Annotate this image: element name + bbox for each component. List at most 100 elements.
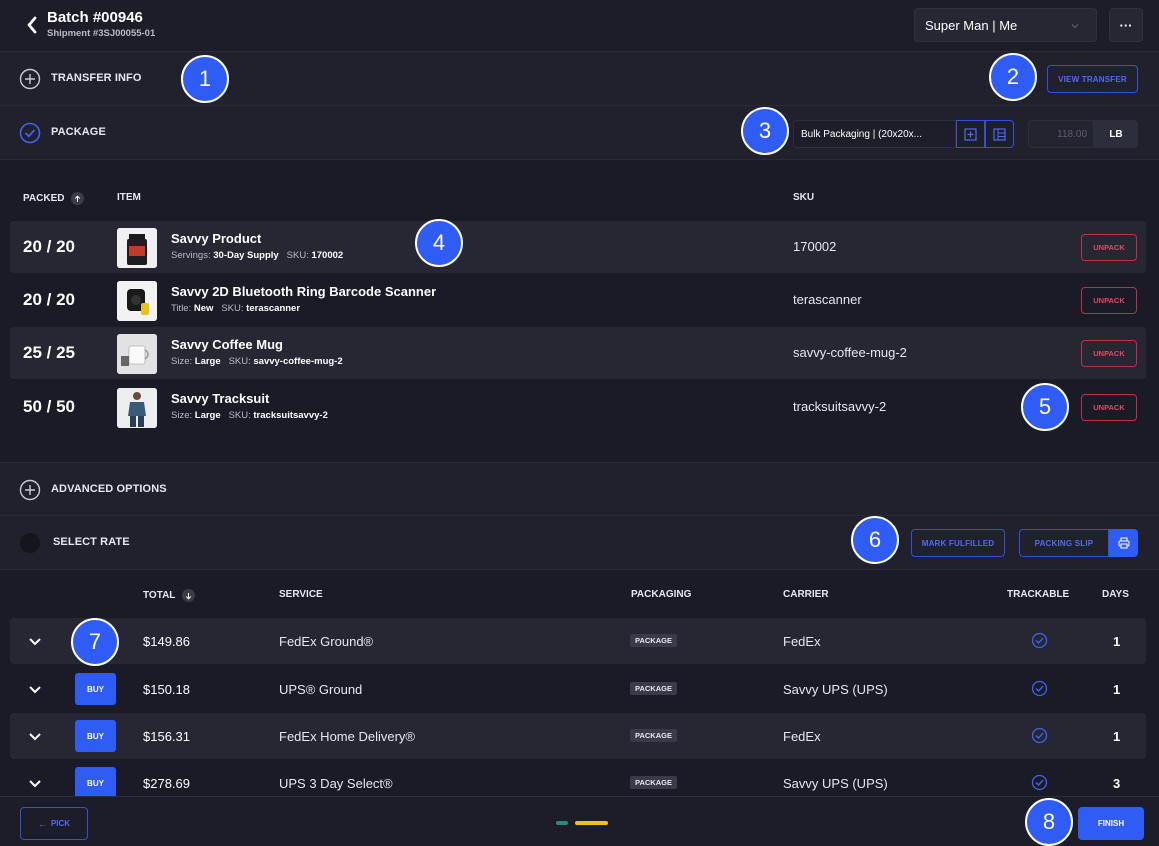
packaging-badge: PACKAGE bbox=[630, 776, 677, 789]
annotation-badge: 2 bbox=[989, 53, 1037, 101]
item-meta: Size: Large SKU: tracksuitsavvy-2 bbox=[171, 410, 328, 421]
rate-row[interactable]: BUY $278.69 UPS 3 Day Select® PACKAGE Sa… bbox=[10, 760, 1146, 796]
rate-carrier: FedEx bbox=[783, 729, 821, 744]
rate-days: 1 bbox=[1113, 682, 1121, 697]
rate-days: 3 bbox=[1113, 776, 1121, 791]
print-button[interactable] bbox=[1109, 529, 1138, 557]
user-select[interactable]: Super Man | Me bbox=[914, 8, 1097, 42]
packaging-select[interactable]: Bulk Packaging | (20x20x... bbox=[793, 120, 956, 148]
footer-bar: ← PICK FINISH bbox=[0, 796, 1159, 846]
buy-button[interactable]: BUY bbox=[75, 767, 116, 796]
check-circle-icon bbox=[1031, 727, 1048, 744]
buy-button[interactable]: BUY bbox=[75, 673, 116, 705]
meta-key: Size: bbox=[171, 410, 193, 421]
product-image bbox=[117, 388, 157, 428]
finish-button[interactable]: FINISH bbox=[1078, 807, 1144, 840]
pick-button[interactable]: ← PICK bbox=[20, 807, 88, 840]
packed-count: 20 / 20 bbox=[23, 237, 75, 256]
packaging-column-header: PACKAGING bbox=[631, 589, 692, 600]
packed-count: 20 / 20 bbox=[23, 290, 75, 309]
rate-row[interactable]: BUY $156.31 FedEx Home Delivery® PACKAGE… bbox=[10, 713, 1146, 759]
sku-value: tracksuitsavvy-2 bbox=[253, 410, 328, 421]
weight-unit-select[interactable]: LB bbox=[1094, 120, 1138, 148]
add-box-icon bbox=[964, 127, 977, 141]
rate-carrier: FedEx bbox=[783, 634, 821, 649]
rate-row[interactable]: BUY $150.18 UPS® Ground PACKAGE Savvy UP… bbox=[10, 666, 1146, 712]
service-column-header: SERVICE bbox=[279, 589, 323, 600]
total-header-label: TOTAL bbox=[143, 590, 176, 602]
annotation-badge: 7 bbox=[71, 618, 119, 666]
item-name: Savvy Product bbox=[171, 231, 262, 246]
plus-circle-icon[interactable] bbox=[19, 68, 41, 90]
unpack-button[interactable]: UNPACK bbox=[1081, 394, 1137, 421]
meta-value: New bbox=[193, 303, 214, 314]
check-circle-icon bbox=[1031, 680, 1048, 697]
sku-key: SKU: bbox=[228, 356, 251, 367]
item-sku: 170002 bbox=[793, 239, 837, 254]
advanced-options-label[interactable]: ADVANCED OPTIONS bbox=[51, 483, 167, 495]
unpack-button[interactable]: UNPACK bbox=[1081, 340, 1137, 367]
transfer-info-label[interactable]: TRANSFER INFO bbox=[51, 72, 142, 84]
package-label: PACKAGE bbox=[51, 126, 106, 138]
unpack-button[interactable]: UNPACK bbox=[1081, 234, 1137, 261]
pick-label: PICK bbox=[50, 819, 71, 828]
sku-key: SKU: bbox=[228, 410, 251, 421]
more-icon: ··· bbox=[1119, 17, 1133, 33]
packed-count: 50 / 50 bbox=[23, 397, 75, 416]
item-name: Savvy Coffee Mug bbox=[171, 337, 283, 352]
chevron-down-icon[interactable] bbox=[27, 682, 43, 696]
buy-button[interactable]: BUY bbox=[75, 720, 116, 752]
rate-total: $150.18 bbox=[143, 682, 190, 697]
add-package-button[interactable] bbox=[956, 120, 985, 148]
meta-value: Large bbox=[194, 410, 221, 421]
packed-count: 25 / 25 bbox=[23, 343, 75, 362]
check-circle-icon bbox=[1031, 774, 1048, 791]
package-layout-button[interactable] bbox=[985, 120, 1014, 148]
meta-key: Size: bbox=[171, 356, 193, 367]
sku-value: terascanner bbox=[246, 303, 301, 314]
chevron-down-icon[interactable] bbox=[27, 729, 43, 743]
packaging-badge: PACKAGE bbox=[630, 634, 677, 647]
rate-service: FedEx Home Delivery® bbox=[279, 729, 416, 744]
check-circle-icon[interactable] bbox=[19, 122, 41, 144]
sort-up-icon[interactable] bbox=[71, 192, 85, 205]
rate-row[interactable]: $149.86 FedEx Ground® PACKAGE FedEx 1 bbox=[10, 618, 1146, 664]
packed-header-label: PACKED bbox=[23, 193, 65, 205]
chevron-down-icon[interactable] bbox=[27, 776, 43, 790]
sku-key: SKU: bbox=[221, 303, 244, 314]
item-meta: Size: Large SKU: savvy-coffee-mug-2 bbox=[171, 356, 343, 367]
carrier-column-header: CARRIER bbox=[783, 589, 829, 600]
back-arrow-icon[interactable] bbox=[24, 14, 40, 36]
packing-slip-button[interactable]: PACKING SLIP bbox=[1019, 529, 1109, 557]
item-sku: terascanner bbox=[793, 292, 862, 307]
product-image bbox=[117, 334, 157, 374]
view-transfer-button[interactable]: VIEW TRANSFER bbox=[1047, 65, 1138, 93]
days-column-header: DAYS bbox=[1102, 589, 1129, 600]
rate-service: FedEx Ground® bbox=[279, 634, 374, 649]
advanced-options-section: ADVANCED OPTIONS bbox=[0, 462, 1159, 516]
chevron-down-icon bbox=[1070, 19, 1080, 34]
select-rate-label: SELECT RATE bbox=[53, 536, 130, 548]
sort-down-icon[interactable] bbox=[182, 589, 196, 602]
item-name: Savvy 2D Bluetooth Ring Barcode Scanner bbox=[171, 284, 437, 299]
unpack-button[interactable]: UNPACK bbox=[1081, 287, 1137, 314]
chevron-down-icon[interactable] bbox=[27, 634, 43, 648]
weight-input[interactable]: 118.00 bbox=[1028, 120, 1094, 148]
annotation-badge: 6 bbox=[851, 516, 899, 564]
meta-key: Title: bbox=[171, 303, 192, 314]
sku-value: 170002 bbox=[311, 250, 344, 261]
annotation-badge: 4 bbox=[415, 219, 463, 267]
step-indicator-active bbox=[575, 821, 608, 825]
more-options-button[interactable]: ··· bbox=[1109, 8, 1143, 42]
rate-total: $156.31 bbox=[143, 729, 190, 744]
plus-circle-icon[interactable] bbox=[19, 479, 41, 501]
packed-column-header[interactable]: PACKED bbox=[23, 192, 85, 205]
rate-carrier: Savvy UPS (UPS) bbox=[783, 682, 888, 697]
empty-circle-icon[interactable] bbox=[19, 532, 41, 554]
rate-service: UPS 3 Day Select® bbox=[279, 776, 393, 791]
total-column-header[interactable]: TOTAL bbox=[143, 589, 196, 602]
item-name: Savvy Tracksuit bbox=[171, 391, 270, 406]
meta-value: 30-Day Supply bbox=[213, 250, 279, 261]
mark-fulfilled-button[interactable]: MARK FULFILLED bbox=[911, 529, 1005, 557]
annotation-badge: 1 bbox=[181, 55, 229, 103]
